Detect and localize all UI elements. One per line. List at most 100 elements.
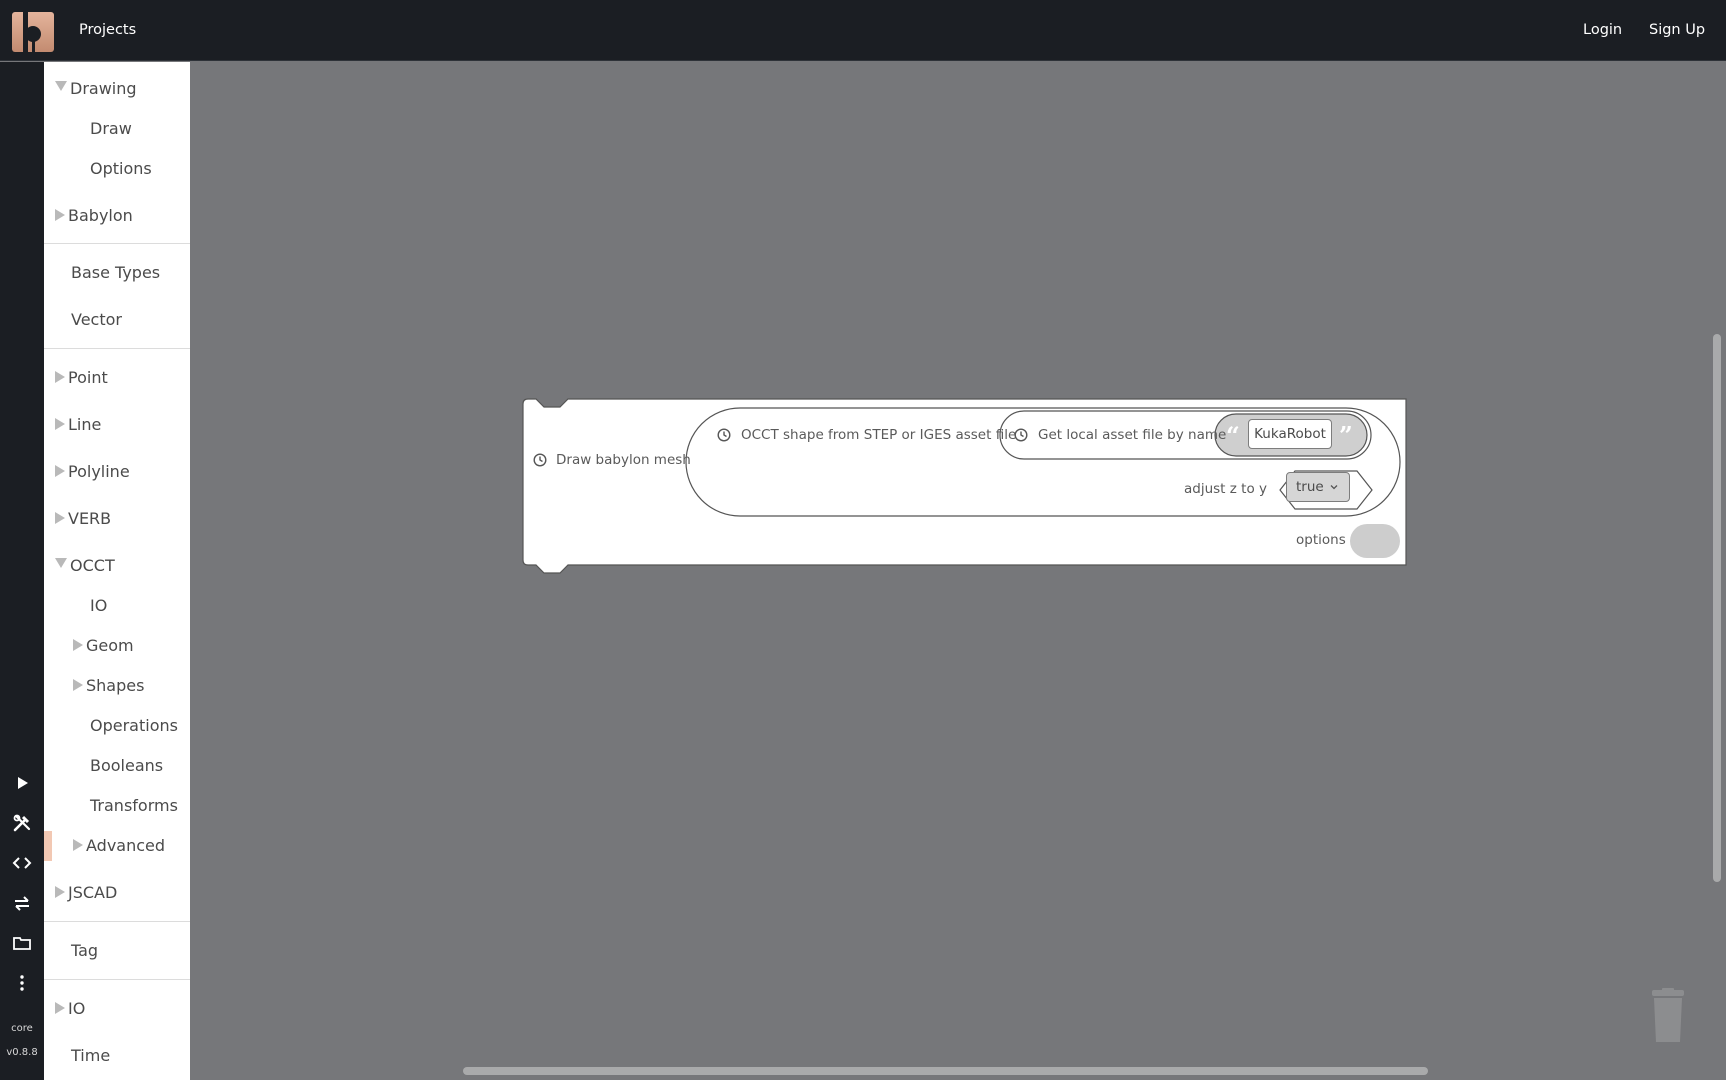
trash-icon[interactable] [1648,988,1688,1044]
play-icon [18,777,28,789]
category-label: Line [68,414,102,434]
code-icon [12,857,32,869]
category-label: Tag [71,940,99,960]
code-mode-button[interactable] [0,846,44,880]
adjust-z-dropdown[interactable]: true [1286,472,1350,502]
more-vertical-icon [20,975,24,991]
expand-arrow-icon [73,679,83,691]
draw-babylon-mesh-block[interactable]: Draw babylon mesh OCCT shape from STEP o… [520,396,1410,576]
divider [44,979,190,980]
clock-icon [1014,428,1028,442]
tools-icon [13,814,31,832]
category-label: VERB [68,508,112,528]
category-label: Shapes [86,675,145,695]
category-label: Point [68,367,108,387]
top-bar: Projects Login Sign Up [0,0,1726,61]
category-transforms[interactable]: Transforms [44,788,190,822]
more-menu-button[interactable] [0,966,44,1000]
category-label: Drawing [70,78,137,98]
category-label: Operations [90,715,178,735]
asset-name-input[interactable]: KukaRobot [1248,419,1332,449]
category-point[interactable]: Point [44,360,190,394]
category-line[interactable]: Line [44,407,190,441]
open-quote-icon: “ [1226,421,1240,450]
category-label: Booleans [90,755,164,775]
folder-icon [13,937,31,950]
version-label: v0.8.8 [6,1047,38,1058]
block-label: Draw babylon mesh [556,452,691,468]
run-button[interactable] [0,766,44,800]
core-label: core [11,1023,33,1034]
expand-arrow-icon [73,639,83,651]
swap-icon [15,896,29,911]
category-verb[interactable]: VERB [44,501,190,535]
vertical-scrollbar[interactable] [1713,334,1721,882]
category-label: JSCAD [68,882,118,902]
expand-arrow-icon [55,209,65,221]
options-label: options [1296,532,1346,548]
category-label: Polyline [68,461,130,481]
occt-block-label: OCCT shape from STEP or IGES asset file [741,427,1017,443]
expand-arrow-icon [55,465,65,477]
category-label: OCCT [70,555,115,575]
category-polyline[interactable]: Polyline [44,454,190,488]
category-label: Vector [71,309,122,329]
collapse-arrow-icon [55,558,67,568]
close-quote-icon: ” [1339,421,1353,450]
open-folder-button[interactable] [0,926,44,960]
expand-arrow-icon [55,371,65,383]
category-occt[interactable]: OCCT [44,548,190,582]
category-shapes[interactable]: Shapes [44,668,190,702]
bitbybit-logo-icon[interactable] [12,12,54,52]
category-options[interactable]: Options [44,151,190,185]
divider [44,243,190,244]
category-jscad[interactable]: JSCAD [44,875,190,909]
left-rail: core v0.8.8 [0,62,44,1080]
category-babylon[interactable]: Babylon [44,198,190,232]
category-label: Geom [86,635,134,655]
expand-arrow-icon [55,512,65,524]
chevron-down-icon [1330,485,1338,490]
asset-block-label: Get local asset file by name [1038,427,1227,443]
login-link[interactable]: Login [1583,22,1622,38]
category-vector[interactable]: Vector [44,302,190,336]
divider [44,921,190,922]
category-label: IO [90,595,108,615]
category-advanced[interactable]: Advanced [44,828,190,862]
category-geom[interactable]: Geom [44,628,190,662]
clock-icon [717,428,731,442]
category-occt-io[interactable]: IO [44,588,190,622]
category-label: Babylon [68,205,133,225]
clock-icon [533,453,547,467]
category-label: Base Types [71,262,161,282]
adjust-z-label: adjust z to y [1184,481,1267,497]
expand-arrow-icon [73,839,83,851]
block-toolbox: Drawing Draw Options Babylon Base Types … [44,62,190,1080]
divider [44,348,190,349]
category-label: Advanced [86,835,166,855]
swap-button[interactable] [0,886,44,920]
category-time[interactable]: Time [44,1038,190,1072]
category-base-types[interactable]: Base Types [44,255,190,289]
category-label: Options [90,158,152,178]
options-toggle[interactable] [1350,524,1400,558]
expand-arrow-icon [55,1002,65,1014]
projects-link[interactable]: Projects [79,22,136,38]
category-io[interactable]: IO [44,991,190,1025]
dropdown-value: true [1296,479,1324,495]
collapse-arrow-icon [55,81,67,91]
expand-arrow-icon [55,886,65,898]
category-label: Time [71,1045,111,1065]
category-drawing[interactable]: Drawing [44,71,190,105]
blocks-mode-button[interactable] [0,806,44,840]
category-booleans[interactable]: Booleans [44,748,190,782]
horizontal-scrollbar[interactable] [463,1067,1428,1075]
category-draw[interactable]: Draw [44,111,190,145]
category-label: IO [68,998,86,1018]
signup-link[interactable]: Sign Up [1649,22,1705,38]
category-label: Draw [90,118,132,138]
category-tag[interactable]: Tag [44,933,190,967]
category-label: Transforms [90,795,178,815]
expand-arrow-icon [55,418,65,430]
category-operations[interactable]: Operations [44,708,190,742]
